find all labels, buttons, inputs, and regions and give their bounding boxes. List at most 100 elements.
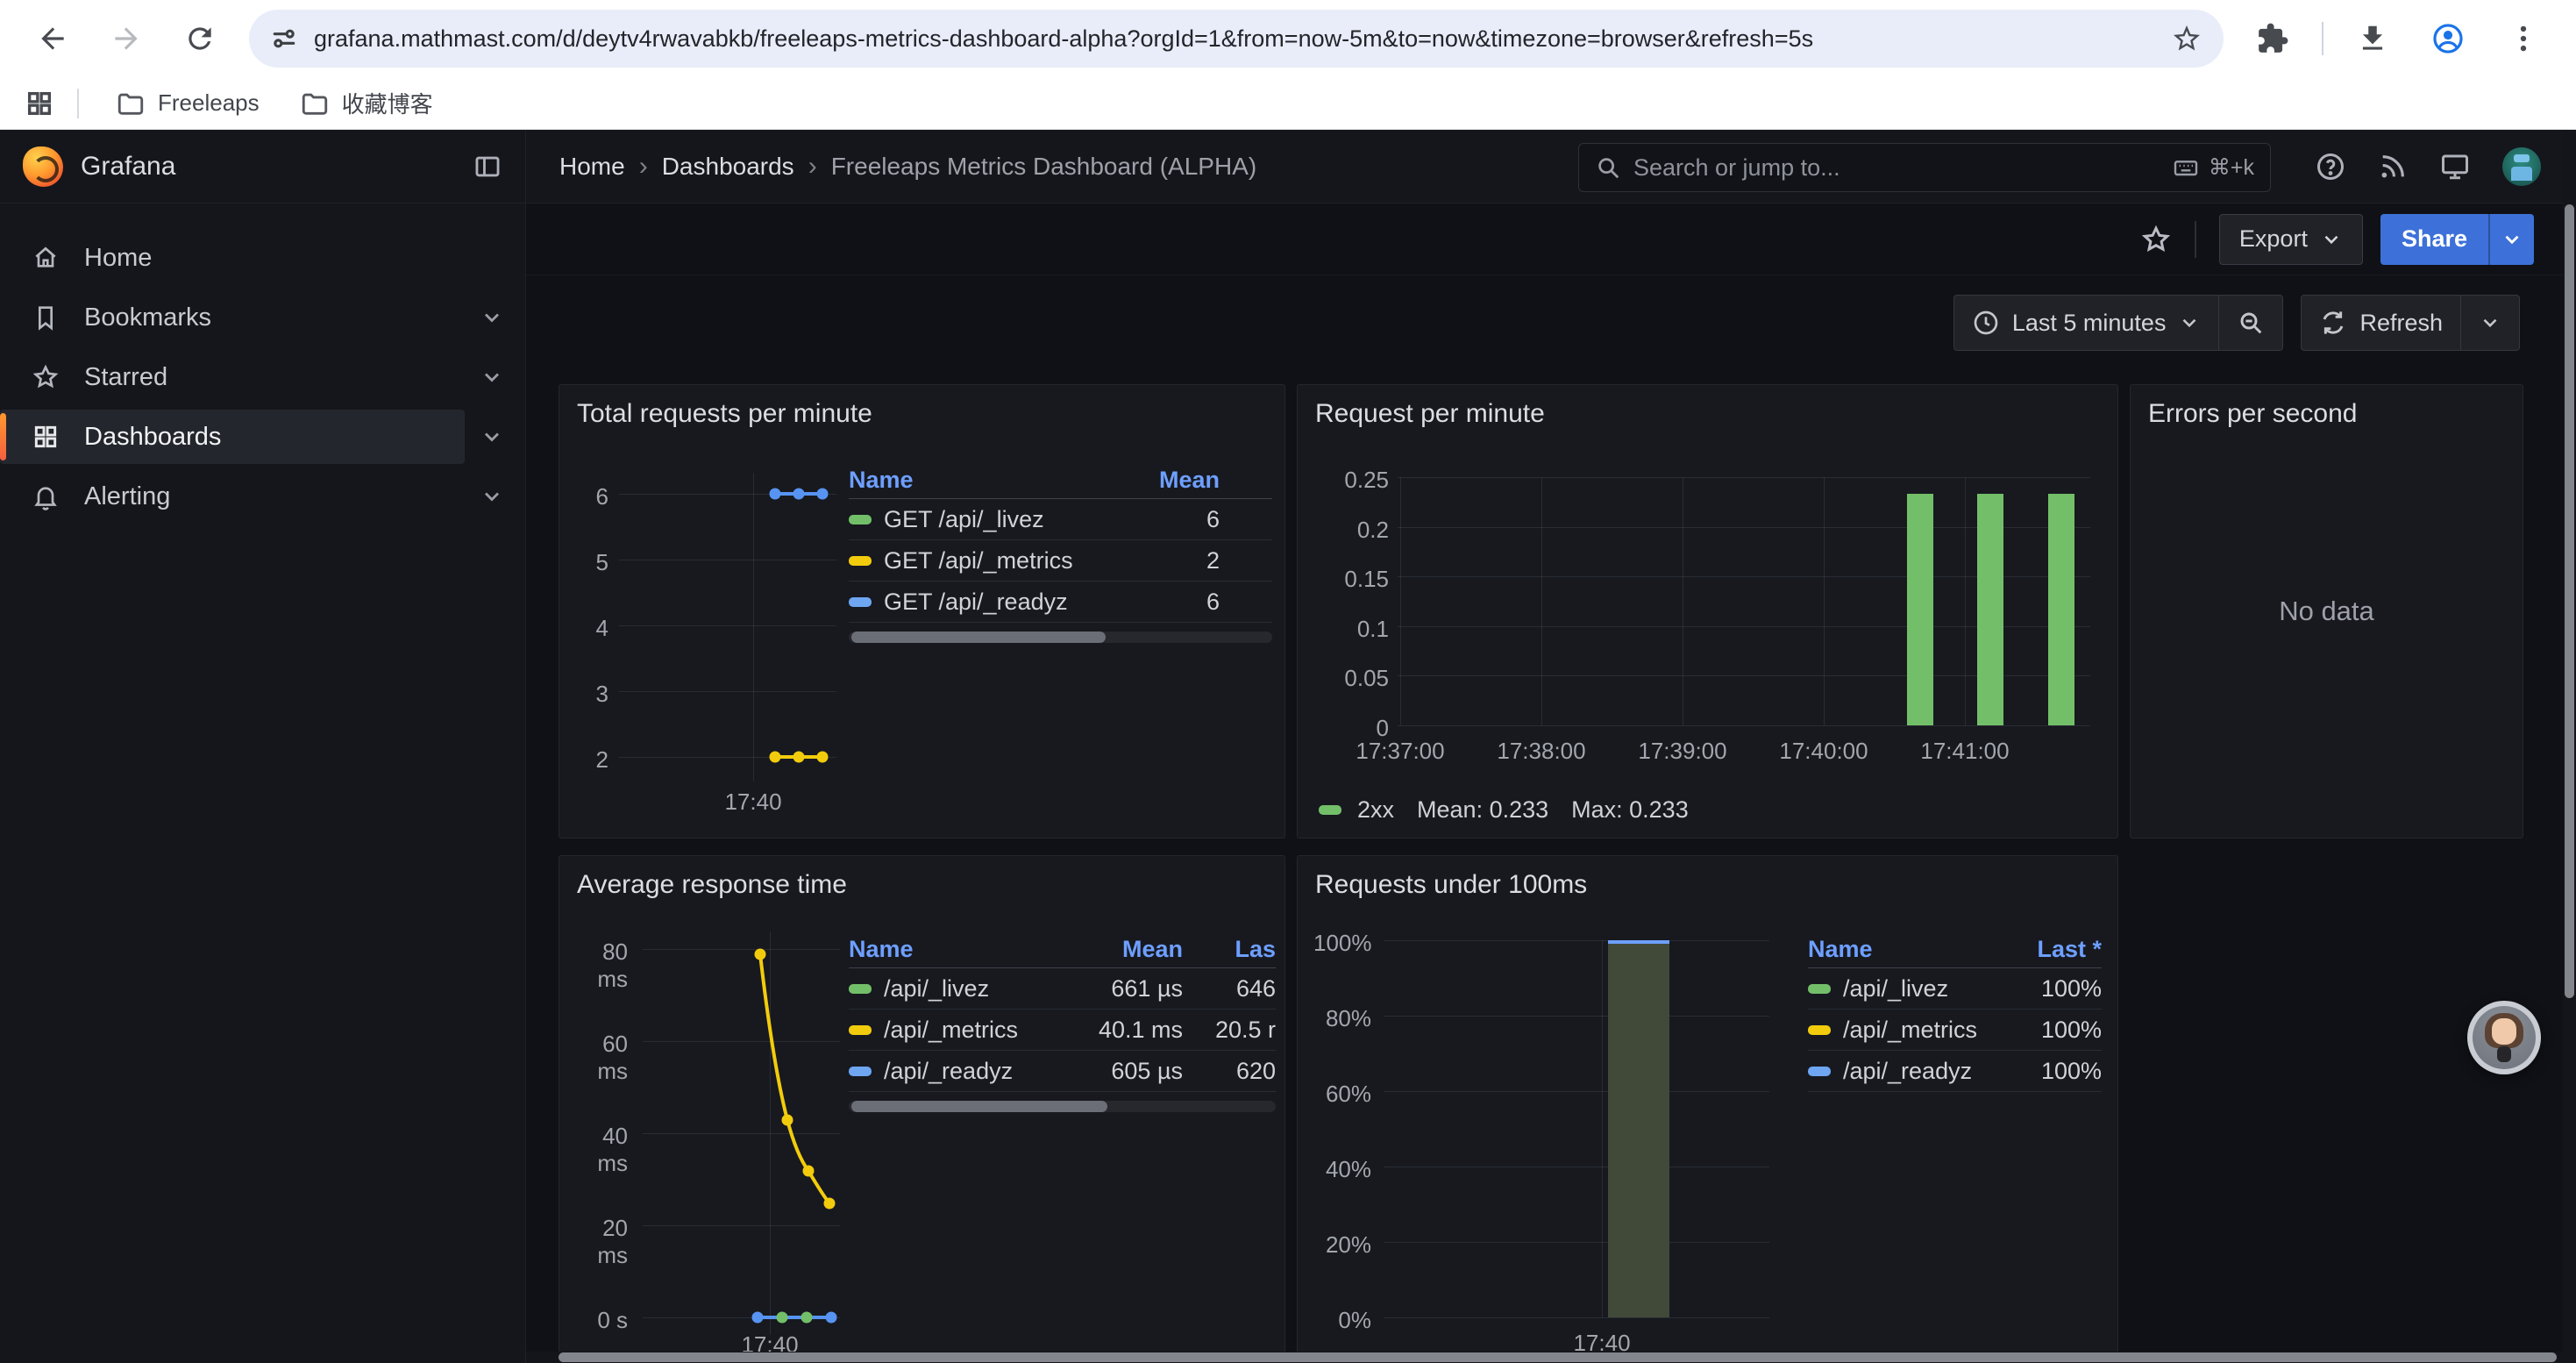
chevron-down-icon[interactable] <box>480 365 504 389</box>
legend-series[interactable]: 2xx <box>1357 796 1394 824</box>
panel-total-requests[interactable]: Total requests per minute 6 5 4 3 2 <box>559 384 1285 838</box>
panel-grid: Total requests per minute 6 5 4 3 2 <box>559 384 2576 1363</box>
fast-series-line <box>755 1316 836 1319</box>
series-color-swatch <box>1808 1067 1831 1076</box>
legend-table: Name Last * /api/_livez 100% /api/_metri… <box>1808 931 2102 1092</box>
bell-icon <box>32 482 60 510</box>
browser-actions <box>2239 5 2557 72</box>
panel-requests-under-100ms[interactable]: Requests under 100ms 100% 80% 60% 40% 20… <box>1297 855 2118 1363</box>
chevron-right-icon: › <box>639 153 648 180</box>
panel-title: Request per minute <box>1315 399 1545 429</box>
sidebar-item-bookmarks[interactable]: Bookmarks <box>0 288 525 347</box>
toolbar-divider <box>2195 221 2196 258</box>
legend-max: Max: 0.233 <box>1571 796 1689 824</box>
user-avatar[interactable] <box>2502 147 2541 186</box>
sidebar-item-alerting[interactable]: Alerting <box>0 467 525 526</box>
share-menu-button[interactable] <box>2488 214 2534 265</box>
refresh-button[interactable]: Refresh <box>2302 296 2460 350</box>
menu-kebab-icon[interactable] <box>2490 5 2557 72</box>
panel-title: Requests under 100ms <box>1315 870 1587 900</box>
url-text[interactable]: grafana.mathmast.com/d/deytv4rwavabkb/fr… <box>314 25 2155 53</box>
series-color-swatch <box>1808 1025 1831 1035</box>
vertical-scrollbar[interactable] <box>2563 130 2576 1352</box>
breadcrumb-home[interactable]: Home <box>559 153 625 181</box>
chevron-down-icon[interactable] <box>480 305 504 330</box>
legend-scrollbar[interactable] <box>849 632 1272 643</box>
horizontal-scrollbar-thumb[interactable] <box>559 1352 2557 1362</box>
vertical-scrollbar-thumb[interactable] <box>2565 204 2574 998</box>
panel-avg-response-time[interactable]: Average response time 80 ms 60 ms 40 ms … <box>559 855 1285 1363</box>
star-icon <box>32 363 60 391</box>
header-icons <box>2315 130 2541 203</box>
zoom-out-icon <box>2237 309 2265 337</box>
monitor-icon[interactable] <box>2439 151 2471 182</box>
reload-icon[interactable] <box>167 5 233 72</box>
bookmark-folder-label: Freeleaps <box>158 89 260 117</box>
search-icon <box>1595 154 1621 181</box>
legend-row: /api/_readyz 100% <box>1808 1051 2102 1092</box>
bookmark-folder-blogs[interactable]: 收藏博客 <box>286 82 447 125</box>
metrics-series-curve <box>643 931 840 1335</box>
legend-row: GET /api/_livez 6 <box>849 499 1272 540</box>
extensions-icon[interactable] <box>2239 5 2306 72</box>
share-button[interactable]: Share <box>2380 214 2488 265</box>
rss-icon[interactable] <box>2378 152 2408 182</box>
bar-2xx <box>1977 494 2003 725</box>
home-icon <box>32 244 60 272</box>
toolbar-divider <box>2322 22 2323 55</box>
back-icon[interactable] <box>19 5 86 72</box>
refresh-interval-button[interactable] <box>2460 296 2519 350</box>
export-button[interactable]: Export <box>2219 214 2363 265</box>
bookmark-folder-label: 收藏博客 <box>342 87 433 119</box>
chevron-down-icon[interactable] <box>480 425 504 449</box>
no-data-message: No data <box>2131 385 2523 838</box>
sidebar-item-starred[interactable]: Starred <box>0 347 525 407</box>
breadcrumb-current: Freeleaps Metrics Dashboard (ALPHA) <box>831 153 1257 181</box>
chevron-down-icon <box>2178 311 2201 334</box>
star-outline-icon[interactable] <box>2140 224 2172 255</box>
panel-request-per-minute[interactable]: Request per minute 0.25 0.2 0.15 0.1 0.0… <box>1297 384 2118 838</box>
legend-table: Name Mean Las /api/_livez 661 µs 646 /ap… <box>849 931 1276 1112</box>
sidebar-item-dashboards[interactable]: Dashboards <box>0 407 525 467</box>
time-range-button[interactable]: Last 5 minutes <box>1954 296 2219 350</box>
line-chart: 80 ms 60 ms 40 ms 20 ms 0 s <box>573 931 854 1352</box>
sidebar-item-home[interactable]: Home <box>0 228 525 288</box>
url-bar[interactable]: grafana.mathmast.com/d/deytv4rwavabkb/fr… <box>249 10 2224 68</box>
panel-errors-per-second[interactable]: Errors per second No data <box>2130 384 2523 838</box>
sidebar-toggle-icon[interactable] <box>473 152 502 182</box>
chevron-down-icon <box>2479 311 2501 334</box>
bookmarks-bar: Freeleaps 收藏博客 <box>0 77 2576 130</box>
search-box[interactable]: ⌘+k <box>1578 143 2271 192</box>
series-color-swatch <box>849 515 872 525</box>
refresh-group: Refresh <box>2301 295 2520 351</box>
legend-row: /api/_readyz 605 µs 620 <box>849 1051 1276 1092</box>
search-input[interactable] <box>1633 154 2160 182</box>
legend-scrollbar[interactable] <box>849 1101 1276 1112</box>
horizontal-scrollbar[interactable] <box>526 1352 2576 1363</box>
series-color-swatch <box>849 597 872 607</box>
legend-mean: Mean: 0.233 <box>1417 796 1548 824</box>
assistant-avatar[interactable] <box>2467 1001 2541 1074</box>
legend-row: /api/_livez 661 µs 646 <box>849 968 1276 1010</box>
grafana-app: Grafana Home › Dashboards › Freeleaps Me… <box>0 130 2576 1363</box>
legend-row: /api/_metrics 100% <box>1808 1010 2102 1051</box>
site-settings-icon[interactable] <box>270 25 298 53</box>
chevron-down-icon <box>2501 228 2523 251</box>
legend-row: GET /api/_readyz 6 <box>849 582 1272 623</box>
profile-icon[interactable] <box>2415 5 2481 72</box>
chevron-down-icon[interactable] <box>480 484 504 509</box>
apps-grid-icon[interactable] <box>25 89 54 118</box>
brand-name: Grafana <box>81 152 175 182</box>
breadcrumb-dashboards[interactable]: Dashboards <box>662 153 794 181</box>
grafana-logo-icon[interactable] <box>23 146 63 187</box>
series-color-swatch <box>1319 805 1341 815</box>
chevron-right-icon: › <box>808 153 817 180</box>
bookmark-folder-freeleaps[interactable]: Freeleaps <box>102 83 274 124</box>
bookmark-star-icon[interactable] <box>2171 23 2202 54</box>
bar-2xx <box>1907 494 1933 725</box>
forward-icon[interactable] <box>93 5 160 72</box>
downloads-icon[interactable] <box>2339 5 2406 72</box>
bookmarks-divider <box>77 89 79 118</box>
zoom-out-button[interactable] <box>2218 296 2282 350</box>
help-icon[interactable] <box>2315 151 2346 182</box>
